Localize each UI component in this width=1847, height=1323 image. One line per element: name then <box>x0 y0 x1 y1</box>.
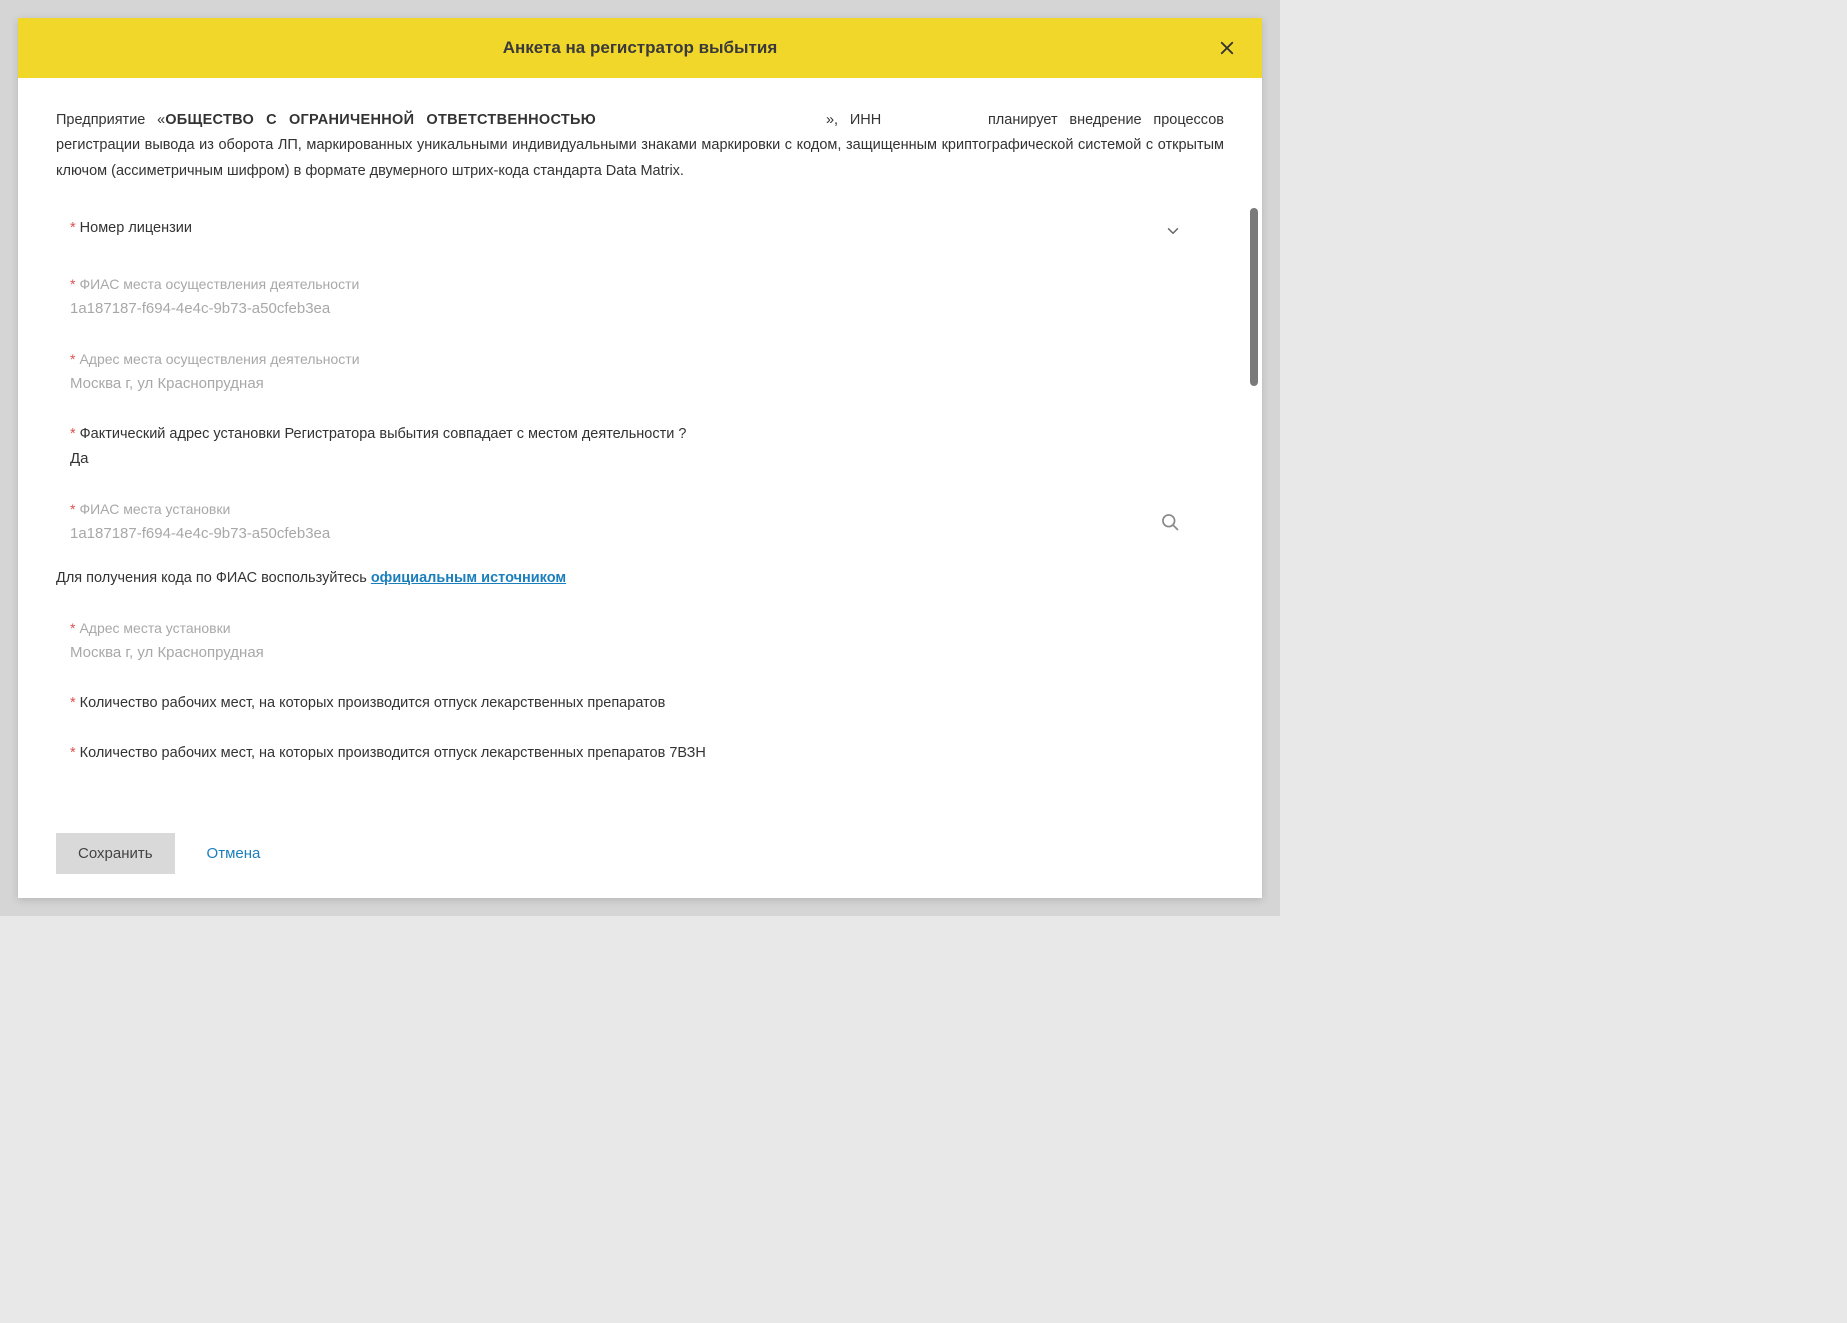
company-name: ОБЩЕСТВО С ОГРАНИЧЕННОЙ ОТВЕТСТВЕННОСТЬЮ <box>165 112 596 128</box>
modal-title: Анкета на регистратор выбытия <box>503 38 778 58</box>
scrollbar-thumb[interactable] <box>1250 208 1258 386</box>
fias-install-label: *ФИАС места установки <box>70 501 1158 517</box>
license-label: *Номер лицензии <box>70 220 192 236</box>
workplaces-7vzn-label: *Количество рабочих мест, на которых про… <box>70 745 1224 761</box>
fias-install-value: 1a187187-f694-4e4c-9b73-a50cfeb3ea <box>70 523 1158 542</box>
workplaces-label: *Количество рабочих мест, на которых про… <box>70 695 1224 711</box>
address-activity-value: Москва г, ул Краснопрудная <box>70 373 1224 392</box>
fias-hint-text: Для получения кода по ФИАС воспользуйтес… <box>56 570 371 586</box>
modal-body: Предприятие «ОБЩЕСТВО С ОГРАНИЧЕННОЙ ОТВ… <box>18 78 1262 815</box>
field-fias-activity: *ФИАС места осуществления деятельности 1… <box>56 276 1224 317</box>
intro-prefix: Предприятие « <box>56 112 165 128</box>
modal-dialog: Анкета на регистратор выбытия Предприяти… <box>18 18 1262 898</box>
close-icon <box>1218 39 1236 57</box>
search-icon <box>1160 512 1180 532</box>
field-fias-install: *ФИАС места установки 1a187187-f694-4e4c… <box>56 501 1224 542</box>
address-activity-label: *Адрес места осуществления деятельности <box>70 351 1224 367</box>
same-address-value[interactable]: Да <box>70 448 1224 467</box>
fias-search-button[interactable] <box>1158 510 1182 534</box>
chevron-down-icon <box>1164 222 1182 240</box>
address-install-value: Москва г, ул Краснопрудная <box>70 642 1224 661</box>
intro-mid: », ИНН <box>826 112 881 128</box>
modal-footer: Сохранить Отмена <box>18 815 1262 898</box>
fias-activity-label: *ФИАС места осуществления деятельности <box>70 276 1224 292</box>
address-install-label: *Адрес места установки <box>70 620 1224 636</box>
field-license: *Номер лицензии <box>56 220 1224 242</box>
field-address-activity: *Адрес места осуществления деятельности … <box>56 351 1224 392</box>
close-button[interactable] <box>1216 37 1238 59</box>
field-workplaces: *Количество рабочих мест, на которых про… <box>56 695 1224 711</box>
same-address-label: *Фактический адрес установки Регистратор… <box>70 426 1224 442</box>
field-address-install: *Адрес места установки Москва г, ул Крас… <box>56 620 1224 661</box>
intro-paragraph: Предприятие «ОБЩЕСТВО С ОГРАНИЧЕННОЙ ОТВ… <box>56 108 1224 184</box>
field-workplaces-7vzn: *Количество рабочих мест, на которых про… <box>56 745 1224 761</box>
license-dropdown[interactable]: *Номер лицензии <box>70 220 1224 242</box>
save-button[interactable]: Сохранить <box>56 833 175 874</box>
field-same-address: *Фактический адрес установки Регистратор… <box>56 426 1224 467</box>
fias-hint: Для получения кода по ФИАС воспользуйтес… <box>56 570 1224 586</box>
modal-header: Анкета на регистратор выбытия <box>18 18 1262 78</box>
fias-hint-link[interactable]: официальным источником <box>371 570 566 586</box>
fias-activity-value: 1a187187-f694-4e4c-9b73-a50cfeb3ea <box>70 298 1224 317</box>
cancel-button[interactable]: Отмена <box>207 845 261 862</box>
